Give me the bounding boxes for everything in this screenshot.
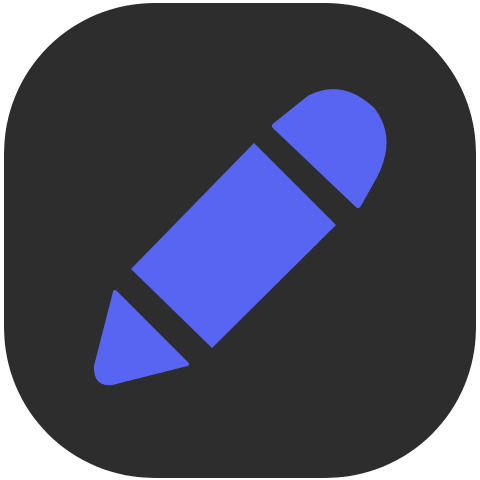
app-icon[interactable] — [4, 3, 476, 478]
pencil-icon — [4, 3, 476, 478]
